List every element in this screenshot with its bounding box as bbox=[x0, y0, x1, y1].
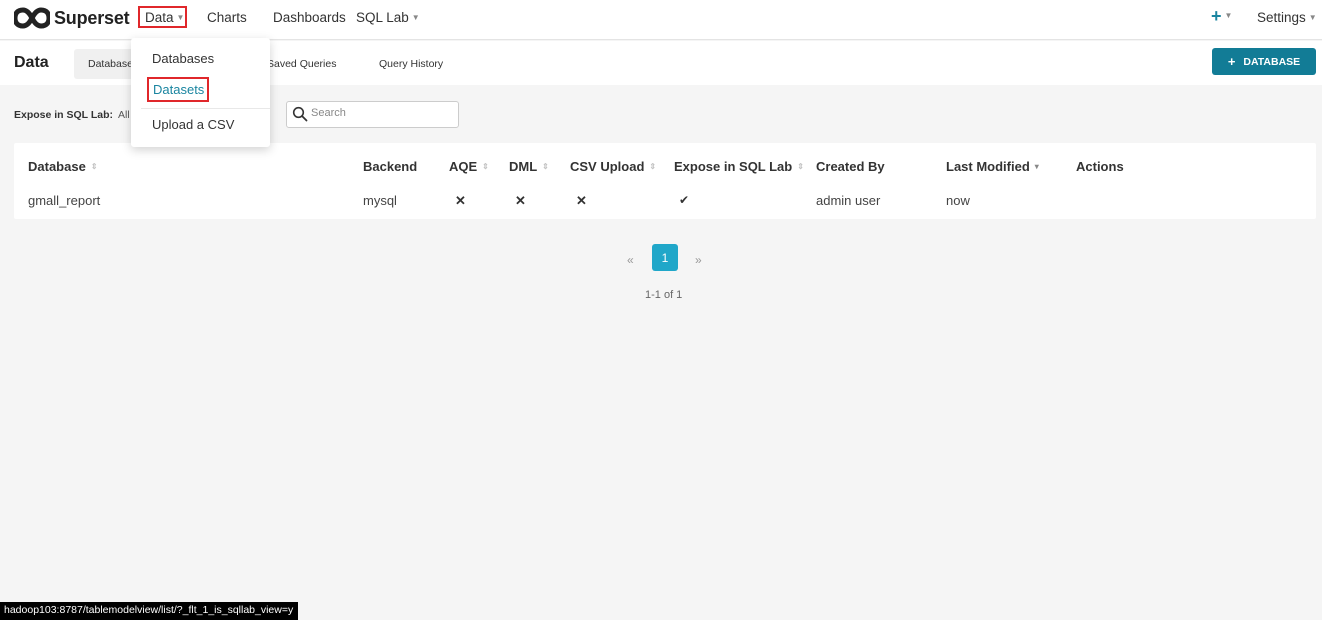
column-header-label: Database bbox=[28, 159, 86, 174]
caret-down-icon: ▼ bbox=[176, 13, 185, 22]
nav-sqllab-menu[interactable]: SQL Lab ▼ bbox=[356, 10, 420, 25]
expose-filter-label: Expose in SQL Lab: bbox=[14, 109, 113, 121]
nav-charts-label: Charts bbox=[207, 10, 247, 25]
sort-icon: ⇕ bbox=[542, 162, 549, 171]
column-header-csv-upload[interactable]: CSV Upload ⇕ bbox=[570, 159, 656, 174]
brand-name: Superset bbox=[54, 7, 130, 28]
settings-label: Settings bbox=[1257, 10, 1306, 25]
nav-dashboards[interactable]: Dashboards bbox=[273, 10, 346, 25]
sort-desc-icon: ▾ bbox=[1034, 162, 1039, 171]
expose-filter-select[interactable]: All bbox=[118, 109, 130, 121]
cell-aqe-x-icon: ✕ bbox=[455, 193, 466, 208]
column-header-expose-in-sql-lab[interactable]: Expose in SQL Lab ⇕ bbox=[674, 159, 804, 174]
column-header-actions: Actions bbox=[1076, 159, 1124, 174]
nav-data-menu[interactable]: Data ▼ bbox=[138, 6, 187, 28]
sort-icon: ⇕ bbox=[90, 162, 98, 171]
nav-sqllab-label: SQL Lab bbox=[356, 10, 409, 25]
pagination-page-1[interactable]: 1 bbox=[652, 244, 678, 271]
column-header-label: AQE bbox=[449, 159, 478, 174]
caret-down-icon: ▼ bbox=[1224, 11, 1233, 20]
menu-item-upload-csv[interactable]: Upload a CSV bbox=[152, 117, 234, 132]
databases-table: Database ⇕ Backend AQE ⇕ DML ⇕ CSV Upload ⇕ … bbox=[14, 143, 1316, 219]
pagination-count: 1-1 of 1 bbox=[645, 289, 683, 301]
column-header-last-modified[interactable]: Last Modified ▾ bbox=[946, 159, 1039, 174]
tab-saved-queries[interactable]: Saved Queries bbox=[267, 58, 336, 70]
sort-icon: ⇕ bbox=[482, 162, 489, 171]
column-header-dml[interactable]: DML ⇕ bbox=[509, 159, 549, 174]
column-header-label: Actions bbox=[1076, 159, 1124, 174]
superset-logo-icon bbox=[14, 7, 50, 29]
column-header-database[interactable]: Database ⇕ bbox=[28, 159, 98, 174]
sort-icon: ⇕ bbox=[797, 162, 804, 171]
column-header-aqe[interactable]: AQE ⇕ bbox=[449, 159, 489, 174]
brand[interactable]: Superset bbox=[14, 7, 130, 29]
page-title: Data bbox=[14, 54, 49, 71]
column-header-created-by: Created By bbox=[816, 159, 885, 174]
menu-divider bbox=[141, 108, 270, 109]
column-header-label: Backend bbox=[363, 159, 418, 174]
cell-database: gmall_report bbox=[28, 193, 101, 208]
column-header-backend: Backend bbox=[363, 159, 417, 174]
cell-expose-check-icon: ✔ bbox=[679, 193, 690, 207]
caret-down-icon: ▼ bbox=[411, 13, 420, 22]
column-header-label: Created By bbox=[816, 159, 885, 174]
settings-menu[interactable]: Settings ▼ bbox=[1257, 10, 1317, 25]
plus-icon: + bbox=[1227, 54, 1236, 69]
add-database-label: DATABASE bbox=[1243, 55, 1301, 68]
column-header-label: DML bbox=[509, 159, 538, 174]
nav-data-label: Data bbox=[145, 10, 174, 25]
column-header-label: CSV Upload bbox=[570, 159, 645, 174]
tab-query-history[interactable]: Query History bbox=[379, 58, 443, 70]
add-database-button[interactable]: + DATABASE bbox=[1212, 48, 1316, 75]
new-menu[interactable]: + ▼ bbox=[1211, 6, 1232, 27]
column-header-label: Expose in SQL Lab bbox=[674, 159, 793, 174]
tab-saved-queries-label: Saved Queries bbox=[267, 58, 337, 70]
nav-charts[interactable]: Charts bbox=[207, 10, 247, 25]
search-input[interactable] bbox=[311, 107, 451, 119]
cell-dml-x-icon: ✕ bbox=[515, 193, 526, 208]
cell-last-modified: now bbox=[946, 193, 970, 208]
pagination-prev-button[interactable]: « bbox=[627, 253, 634, 267]
tab-query-history-label: Query History bbox=[379, 58, 444, 70]
cell-backend: mysql bbox=[363, 193, 397, 208]
caret-down-icon: ▼ bbox=[1308, 13, 1317, 22]
column-header-label: Last Modified bbox=[946, 159, 1030, 174]
cell-created-by: admin user bbox=[816, 193, 881, 208]
data-dropdown-menu: Databases Datasets Upload a CSV bbox=[131, 38, 270, 147]
top-navbar: Superset Data ▼ Charts Dashboards SQL Lab… bbox=[0, 0, 1322, 40]
sort-icon: ⇕ bbox=[649, 162, 657, 171]
plus-icon: + bbox=[1211, 6, 1222, 26]
search-icon bbox=[292, 106, 308, 122]
nav-dashboards-label: Dashboards bbox=[273, 10, 346, 25]
pagination-next-button[interactable]: » bbox=[695, 253, 702, 267]
menu-item-databases[interactable]: Databases bbox=[152, 51, 214, 66]
cell-csv-upload-x-icon: ✕ bbox=[576, 193, 587, 208]
search-box[interactable] bbox=[286, 101, 459, 128]
browser-status-bar: hadoop103:8787/tablemodelview/list/?_flt… bbox=[0, 602, 299, 620]
menu-item-datasets[interactable]: Datasets bbox=[147, 77, 209, 102]
